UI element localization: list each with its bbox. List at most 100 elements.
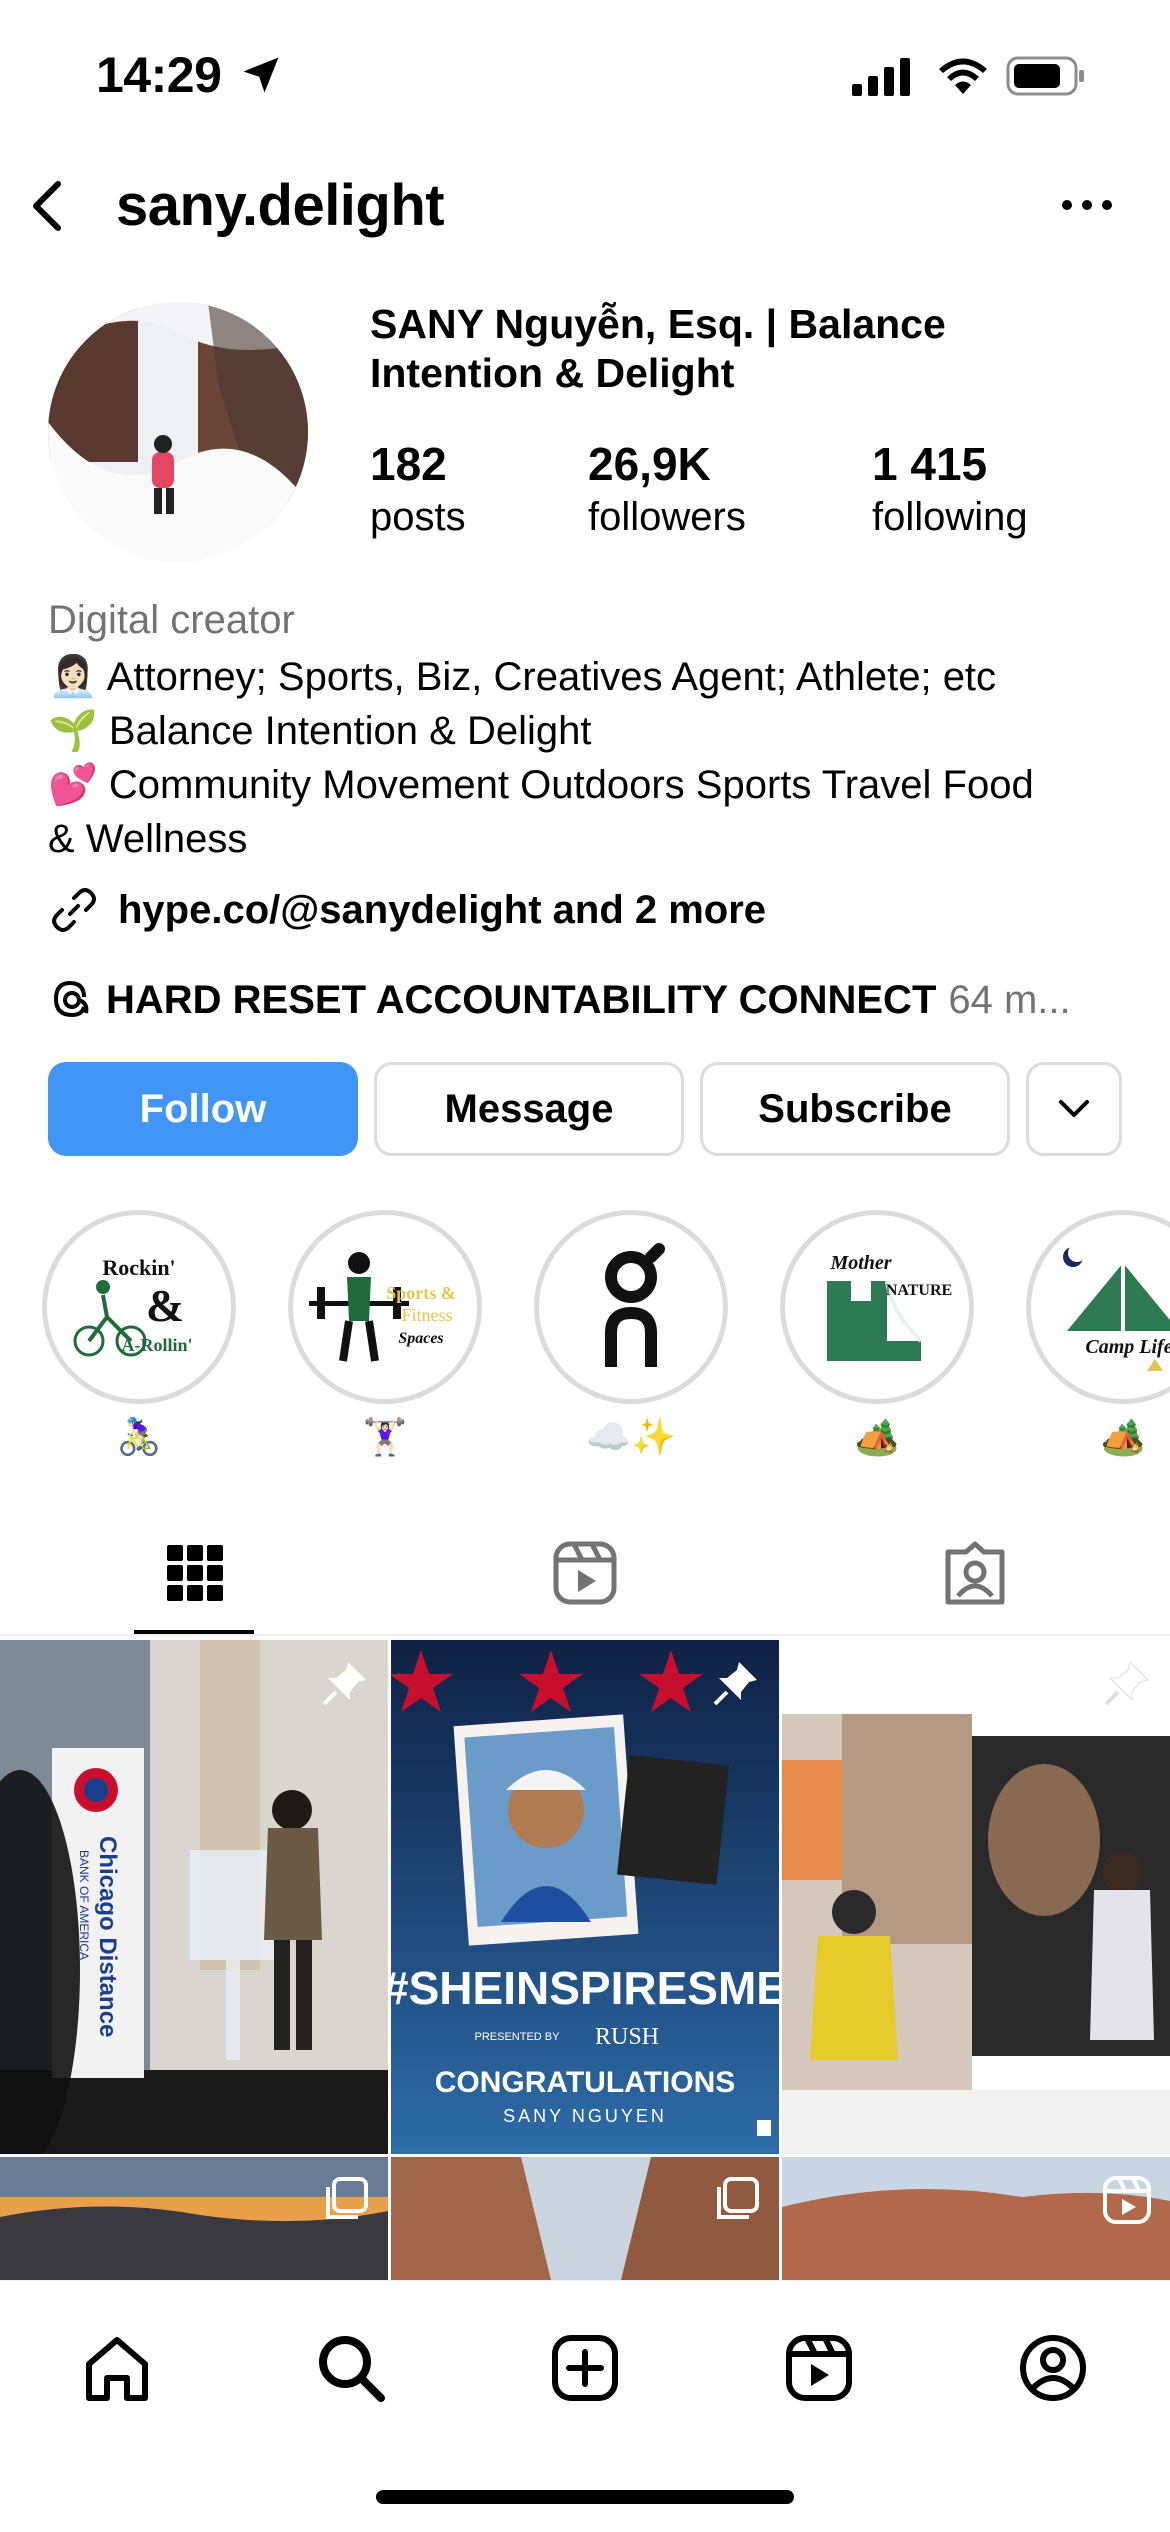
pin-icon	[1104, 1661, 1149, 1706]
pin-icon	[713, 1662, 757, 1706]
reel-icon	[1103, 2176, 1151, 2224]
profile-link[interactable]: hype.co/@sanydelight and 2 more	[48, 880, 766, 940]
post-sponsor: RUSH	[595, 2024, 659, 2050]
username-title: sany.delight	[116, 173, 445, 238]
post-tile[interactable]	[782, 2157, 1170, 2280]
battery-icon	[1006, 56, 1084, 96]
highlight-cover: Camp Life	[1037, 1221, 1170, 1393]
highlight-rockin[interactable]: Rockin' & A-Rollin' 🚴🏻‍♀️	[42, 1210, 236, 1458]
highlight-label: 🚴🏻‍♀️	[116, 1416, 162, 1457]
post-tile[interactable]: BANK OF AMERICA Chicago Distance	[0, 1640, 388, 2154]
following-label: following	[872, 495, 1028, 539]
threads-icon	[53, 980, 89, 1018]
nav-search[interactable]	[306, 2323, 396, 2413]
highlight-label: 🏕️	[1100, 1416, 1146, 1457]
highlight-logo-text: Spaces	[398, 1330, 443, 1347]
wifi-icon	[939, 58, 987, 94]
profile-category: Digital creator	[48, 598, 295, 642]
tab-tagged[interactable]	[780, 1510, 1170, 1636]
post-headline: #SHEINSPIRESME	[391, 1962, 779, 2014]
profile-tabs	[0, 1510, 1170, 1636]
post-tile[interactable]	[391, 2157, 779, 2280]
following-count: 1 415	[872, 438, 988, 490]
more-options-icon[interactable]	[1052, 180, 1122, 230]
pin-icon	[322, 1662, 366, 1706]
nav-profile[interactable]	[1008, 2323, 1098, 2413]
stat-followers[interactable]: 26,9K followers	[588, 436, 746, 542]
home-indicator	[376, 2490, 794, 2504]
nav-home[interactable]	[72, 2323, 162, 2413]
nav-reels[interactable]	[774, 2323, 864, 2413]
highlight-sports[interactable]: Sports & Fitness Spaces 🏋🏻‍♀️	[288, 1210, 482, 1458]
highlight-camp-life[interactable]: Camp Life 🏕️	[1026, 1210, 1170, 1458]
bio-line: 👩🏻‍💼 Attorney; Sports, Biz, Creatives Ag…	[48, 655, 997, 699]
active-tab-indicator	[134, 1630, 254, 1634]
suggested-accounts-button[interactable]	[1026, 1062, 1122, 1156]
on-running-logo	[605, 1243, 665, 1367]
reels-icon	[553, 1541, 617, 1605]
followers-label: followers	[588, 495, 746, 539]
post-banner-text: Chicago Distance	[94, 1836, 121, 2037]
post-presented: PRESENTED BY	[475, 2031, 561, 2043]
subscribe-button[interactable]: Subscribe	[700, 1062, 1010, 1156]
highlight-cover: Sports & Fitness Spaces	[299, 1221, 471, 1393]
grid-icon	[167, 1545, 223, 1601]
highlight-logo-text: &	[146, 1280, 184, 1331]
highlight-label: ☁️✨	[586, 1416, 676, 1457]
bio-line: 🌱 Balance Intention & Delight	[48, 709, 592, 753]
profile-icon	[1020, 2335, 1086, 2401]
location-arrow-icon	[243, 57, 279, 93]
highlight-logo-text: NATURE	[886, 1282, 952, 1299]
highlight-on[interactable]: ☁️✨	[534, 1210, 728, 1458]
profile-header: sany.delight	[0, 160, 1170, 250]
reels-icon	[786, 2335, 852, 2401]
stat-posts[interactable]: 182 posts	[370, 436, 466, 542]
post-tile[interactable]	[782, 1640, 1170, 2154]
link-icon	[52, 888, 96, 932]
highlight-label: 🏋🏻‍♀️	[362, 1416, 408, 1457]
threads-badge[interactable]: HARD RESET ACCOUNTABILITY CONNECT 64 m..…	[48, 970, 1138, 1030]
add-post-icon	[552, 2335, 618, 2401]
highlight-mother-nature[interactable]: Mother NATURE 🏕️	[780, 1210, 974, 1458]
post-tile[interactable]	[0, 2157, 388, 2280]
back-arrow-icon[interactable]	[24, 176, 74, 236]
threads-text: HARD RESET ACCOUNTABILITY CONNECT	[106, 977, 937, 1022]
post-grid: BANK OF AMERICA Chicago Distance #SHEINS…	[0, 1640, 1170, 2280]
highlight-logo-text: Camp Life	[1085, 1336, 1170, 1358]
post-congrats: CONGRATULATIONS	[435, 2066, 736, 2099]
highlight-label: 🏕️	[854, 1416, 900, 1457]
highlight-cover: Mother NATURE	[791, 1221, 963, 1393]
post-name: SANY NGUYEN	[503, 2106, 667, 2126]
profile-full-name: SANY Nguyễn, Esq. | Balance Intention & …	[370, 301, 946, 396]
profile-avatar[interactable]	[48, 302, 308, 562]
threads-count: 64 m...	[948, 977, 1071, 1022]
follow-button[interactable]: Follow	[48, 1062, 358, 1156]
status-time: 14:29	[96, 47, 222, 103]
stat-following[interactable]: 1 415 following	[872, 436, 1028, 542]
posts-label: posts	[370, 495, 466, 539]
multi-image-icon	[326, 2177, 368, 2219]
home-icon	[86, 2337, 148, 2401]
profile-bio: 👩🏻‍💼 Attorney; Sports, Biz, Creatives Ag…	[48, 650, 1138, 866]
post-tile[interactable]: #SHEINSPIRESME PRESENTED BY RUSH CONGRAT…	[391, 1640, 779, 2154]
tagged-icon	[945, 1541, 1005, 1605]
tab-grid[interactable]	[0, 1510, 390, 1636]
status-bar: 14:29	[0, 0, 1170, 150]
highlight-cover	[545, 1221, 717, 1393]
search-icon	[319, 2336, 385, 2402]
highlight-logo-text: A-Rollin'	[121, 1335, 192, 1355]
followers-count: 26,9K	[588, 438, 711, 490]
highlight-logo-text: Sports &	[386, 1283, 456, 1303]
bio-line: 💕 Community Movement Outdoors Sports Tra…	[48, 763, 1034, 807]
nav-create[interactable]	[540, 2323, 630, 2413]
posts-count: 182	[370, 438, 447, 490]
highlight-logo-text: Fitness	[401, 1305, 452, 1325]
multi-image-icon	[717, 2177, 759, 2219]
highlight-logo-text: Rockin'	[102, 1255, 175, 1280]
link-text: hype.co/@sanydelight and 2 more	[118, 887, 767, 932]
highlight-cover: Rockin' & A-Rollin'	[53, 1221, 225, 1393]
cellular-signal-icon	[852, 58, 910, 96]
tab-reels[interactable]	[390, 1510, 780, 1636]
bio-line: & Wellness	[48, 817, 248, 861]
message-button[interactable]: Message	[374, 1062, 684, 1156]
